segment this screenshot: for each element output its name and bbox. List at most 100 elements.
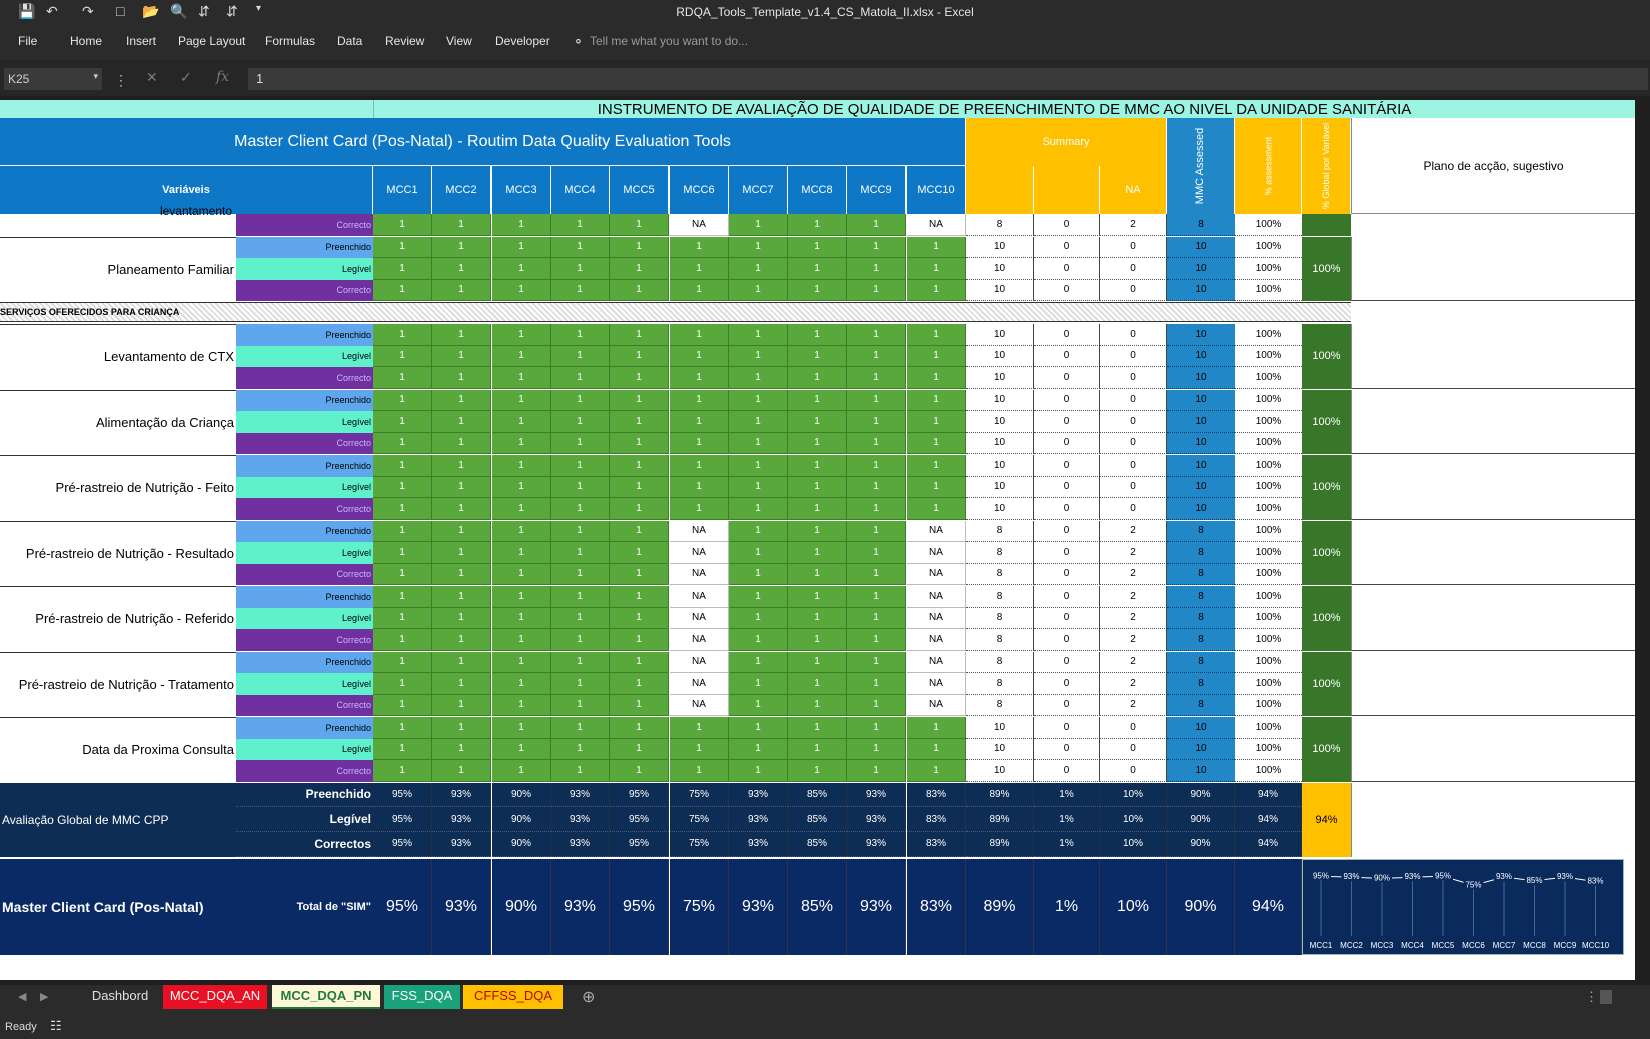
mcc-value-cell[interactable]: 1 (551, 760, 610, 782)
worksheet-grid[interactable]: INSTRUMENTO DE AVALIAÇÃO DE QUALIDADE DE… (0, 100, 1635, 980)
mcc-value-cell[interactable]: 1 (788, 432, 847, 454)
overall-value[interactable]: 85% (788, 782, 847, 808)
mcc-value-cell[interactable]: 1 (788, 520, 847, 542)
overall-value[interactable]: 75% (670, 831, 729, 857)
mcc-value-cell[interactable]: 1 (729, 279, 788, 301)
mmc-assessed-count[interactable]: 10 (1167, 367, 1235, 389)
plano-cell[interactable] (1351, 455, 1635, 520)
pct-global-cell[interactable] (1302, 214, 1351, 236)
overall-value[interactable]: 93% (432, 782, 491, 808)
no-count[interactable]: 0 (1034, 607, 1100, 629)
mcc-value-cell[interactable]: 1 (670, 476, 729, 498)
mmc-assessed-count[interactable]: 10 (1167, 345, 1235, 367)
pct-assessment-value[interactable]: 100% (1235, 411, 1302, 433)
mcc-value-cell[interactable]: 1 (551, 673, 610, 695)
pct-assessment-value[interactable]: 100% (1235, 367, 1302, 389)
mcc-value-cell[interactable]: 1 (432, 651, 491, 673)
row-label-preenchido[interactable]: Preenchido (236, 651, 373, 673)
plano-cell[interactable] (1351, 717, 1635, 782)
total-value[interactable]: 90% (492, 858, 551, 955)
group-label[interactable]: Planeamento Familiar (0, 236, 236, 302)
yes-count[interactable]: 8 (966, 563, 1034, 585)
mcc-value-cell[interactable]: 1 (432, 455, 491, 477)
yes-count[interactable]: 10 (966, 236, 1034, 258)
mcc-value-cell[interactable]: 1 (788, 717, 847, 739)
pct-assessment-value[interactable]: 100% (1235, 607, 1302, 629)
mcc-header-7[interactable]: MCC7 (729, 166, 788, 214)
section-criancas[interactable]: SERVIÇOS OFERECIDOS PARA CRIANÇA (0, 302, 1351, 322)
sheet-tab-fss-dqa[interactable]: FSS_DQA (384, 985, 460, 1009)
yes-count[interactable]: 10 (966, 345, 1034, 367)
sheet-tab-dashbord[interactable]: Dashbord (80, 985, 160, 1009)
na-count[interactable]: 2 (1100, 651, 1167, 673)
mmc-assessed-count[interactable]: 8 (1167, 607, 1235, 629)
mcc-value-cell[interactable]: 1 (551, 694, 610, 716)
mcc-value-cell[interactable]: 1 (670, 367, 729, 389)
mmc-assessed-header[interactable]: MMC Assessed (1167, 118, 1235, 214)
mcc-header-4[interactable]: MCC4 (551, 166, 610, 214)
mcc-value-cell[interactable]: 1 (788, 236, 847, 258)
mcc-value-cell[interactable]: 1 (847, 345, 906, 367)
mcc-value-cell[interactable]: 1 (373, 629, 432, 651)
group-label[interactable]: Pré-rastreio de Nutrição - Feito (0, 455, 236, 520)
mcc-value-cell[interactable]: 1 (788, 389, 847, 411)
mcc-value-cell[interactable]: 1 (729, 607, 788, 629)
mcc-value-cell[interactable]: 1 (610, 345, 669, 367)
row-label-correcto[interactable]: Correcto (236, 694, 373, 716)
overall-value[interactable]: 90% (492, 831, 551, 857)
no-count[interactable]: 0 (1034, 760, 1100, 782)
na-count[interactable]: 0 (1100, 411, 1167, 433)
yes-count[interactable]: 8 (966, 651, 1034, 673)
mcc-value-cell[interactable]: 1 (847, 432, 906, 454)
pct-global-value[interactable]: 100% (1302, 651, 1351, 716)
yes-count[interactable]: 10 (966, 389, 1034, 411)
mcc-value-cell[interactable]: 1 (432, 738, 491, 760)
mmc-assessed-count[interactable]: 10 (1167, 455, 1235, 477)
total-value[interactable]: 93% (432, 858, 491, 955)
na-count[interactable]: 0 (1100, 367, 1167, 389)
mmc-assessed-count[interactable]: 8 (1167, 542, 1235, 564)
mmc-assessed-count[interactable]: 10 (1167, 236, 1235, 258)
mmc-assessed-count[interactable]: 8 (1167, 629, 1235, 651)
mcc-value-cell[interactable]: 1 (729, 563, 788, 585)
row-label-preenchido[interactable]: Preenchido (236, 236, 373, 258)
mcc-value-cell[interactable]: NA (907, 520, 966, 542)
overall-row-label[interactable]: Legível (236, 807, 373, 832)
overall-row-label[interactable]: Correctos (236, 831, 373, 857)
na-count[interactable]: 0 (1100, 236, 1167, 258)
mcc-value-cell[interactable]: 1 (847, 629, 906, 651)
row-label-legível[interactable]: Legível (236, 738, 373, 760)
banner-left[interactable] (0, 100, 373, 118)
no-count[interactable]: 0 (1034, 258, 1100, 280)
overall-value[interactable]: 83% (907, 782, 966, 808)
tell-me-search[interactable]: Tell me what you want to do... (590, 34, 748, 48)
mcc-value-cell[interactable]: 1 (788, 629, 847, 651)
row-label-legível[interactable]: Legível (236, 542, 373, 564)
mcc-value-cell[interactable]: 1 (492, 476, 551, 498)
no-count[interactable]: 0 (1034, 651, 1100, 673)
mcc-value-cell[interactable]: 1 (432, 586, 491, 608)
mcc-value-cell[interactable]: 1 (373, 563, 432, 585)
yes-count[interactable]: 8 (966, 586, 1034, 608)
row-label-correcto[interactable]: Correcto (236, 498, 373, 520)
mcc-value-cell[interactable]: NA (670, 673, 729, 695)
mcc-value-cell[interactable]: 1 (551, 629, 610, 651)
overall-value[interactable]: 89% (966, 807, 1034, 832)
na-count[interactable]: 0 (1100, 345, 1167, 367)
yes-count[interactable]: 10 (966, 455, 1034, 477)
mcc-value-cell[interactable]: 1 (551, 214, 610, 236)
mcc-value-cell[interactable]: 1 (610, 476, 669, 498)
row-label-legível[interactable]: Legível (236, 345, 373, 367)
mcc-value-cell[interactable]: 1 (610, 432, 669, 454)
mcc-value-cell[interactable]: 1 (729, 367, 788, 389)
mcc-value-cell[interactable]: 1 (432, 389, 491, 411)
mcc-value-cell[interactable]: NA (670, 629, 729, 651)
sheet-tab-mcc-dqa-an[interactable]: MCC_DQA_AN (163, 985, 267, 1009)
mcc-value-cell[interactable]: 1 (729, 389, 788, 411)
mcc-value-cell[interactable]: 1 (670, 717, 729, 739)
yes-count[interactable]: 10 (966, 324, 1034, 346)
macro-record-icon[interactable]: ☷ (50, 1018, 62, 1034)
group-label[interactable]: Alimentação da Criança (0, 389, 236, 455)
mcc-value-cell[interactable]: 1 (907, 476, 966, 498)
cancel-icon[interactable]: ✕ (146, 69, 158, 86)
